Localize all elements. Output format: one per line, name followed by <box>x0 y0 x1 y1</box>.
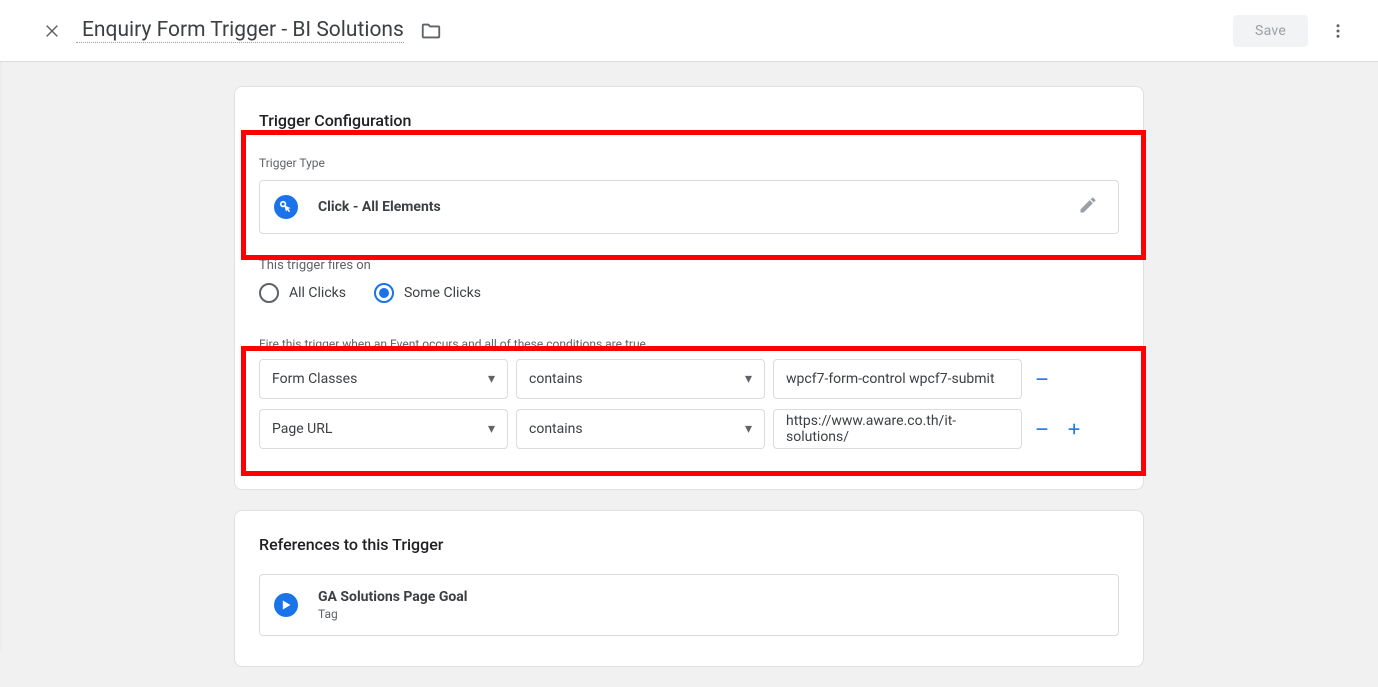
close-button[interactable] <box>28 7 76 55</box>
trigger-type-value: Click - All Elements <box>318 199 441 215</box>
condition-value-input[interactable]: https://www.aware.co.th/it-solutions/ <box>773 409 1022 449</box>
pencil-icon <box>1078 195 1098 215</box>
chevron-down-icon: ▾ <box>488 421 495 437</box>
condition-operator-value: contains <box>529 421 583 437</box>
trigger-type-selector[interactable]: Click - All Elements <box>259 180 1119 234</box>
chevron-down-icon: ▾ <box>488 371 495 387</box>
radio-all-clicks[interactable]: All Clicks <box>259 283 346 303</box>
remove-condition-button[interactable] <box>1030 371 1054 387</box>
click-icon <box>274 195 298 219</box>
radio-all-clicks-label: All Clicks <box>289 285 346 301</box>
trigger-config-card: Trigger Configuration Trigger Type Click… <box>234 86 1144 490</box>
radio-unselected-icon <box>259 283 279 303</box>
fires-on-radio-group: All Clicks Some Clicks <box>259 283 1119 303</box>
minus-icon <box>1034 371 1050 387</box>
condition-operator-select[interactable]: contains ▾ <box>516 359 765 399</box>
reference-subtitle: Tag <box>318 607 467 621</box>
condition-variable-value: Page URL <box>272 421 332 437</box>
page-title[interactable]: Enquiry Form Trigger - BI Solutions <box>82 18 404 45</box>
condition-row: Page URL ▾ contains ▾ https://www.aware.… <box>259 409 1119 449</box>
condition-value-text: https://www.aware.co.th/it-solutions/ <box>786 413 1009 445</box>
add-condition-button[interactable] <box>1062 421 1086 437</box>
chevron-down-icon: ▾ <box>745 371 752 387</box>
condition-operator-select[interactable]: contains ▾ <box>516 409 765 449</box>
condition-row: Form Classes ▾ contains ▾ wpcf7-form-con… <box>259 359 1119 399</box>
workspace: Trigger Configuration Trigger Type Click… <box>0 62 1378 687</box>
folder-icon[interactable] <box>420 20 442 42</box>
conditions-label: Fire this trigger when an Event occurs a… <box>259 337 1119 351</box>
radio-some-clicks-label: Some Clicks <box>404 285 481 301</box>
trigger-type-label: Trigger Type <box>259 156 1119 170</box>
radio-selected-icon <box>374 283 394 303</box>
condition-operator-value: contains <box>529 371 583 387</box>
references-heading: References to this Trigger <box>259 535 1119 554</box>
condition-variable-value: Form Classes <box>272 371 357 387</box>
edit-trigger-type-button[interactable] <box>1078 195 1098 219</box>
condition-variable-select[interactable]: Page URL ▾ <box>259 409 508 449</box>
references-card: References to this Trigger GA Solutions … <box>234 510 1144 667</box>
close-icon <box>44 23 60 39</box>
remove-condition-button[interactable] <box>1030 421 1054 437</box>
more-menu-button[interactable] <box>1318 11 1358 51</box>
radio-some-clicks[interactable]: Some Clicks <box>374 283 481 303</box>
save-button[interactable]: Save <box>1233 15 1308 47</box>
condition-variable-select[interactable]: Form Classes ▾ <box>259 359 508 399</box>
reference-name: GA Solutions Page Goal <box>318 589 467 605</box>
condition-value-input[interactable]: wpcf7-form-control wpcf7-submit <box>773 359 1022 399</box>
trigger-config-heading: Trigger Configuration <box>259 111 1119 130</box>
more-vert-icon <box>1329 22 1347 40</box>
top-header: Enquiry Form Trigger - BI Solutions Save <box>0 0 1378 62</box>
fires-on-label: This trigger fires on <box>259 258 1119 273</box>
tag-icon <box>274 593 298 617</box>
chevron-down-icon: ▾ <box>745 421 752 437</box>
minus-icon <box>1034 421 1050 437</box>
plus-icon <box>1066 421 1082 437</box>
condition-value-text: wpcf7-form-control wpcf7-submit <box>786 371 995 387</box>
reference-item[interactable]: GA Solutions Page Goal Tag <box>259 574 1119 636</box>
